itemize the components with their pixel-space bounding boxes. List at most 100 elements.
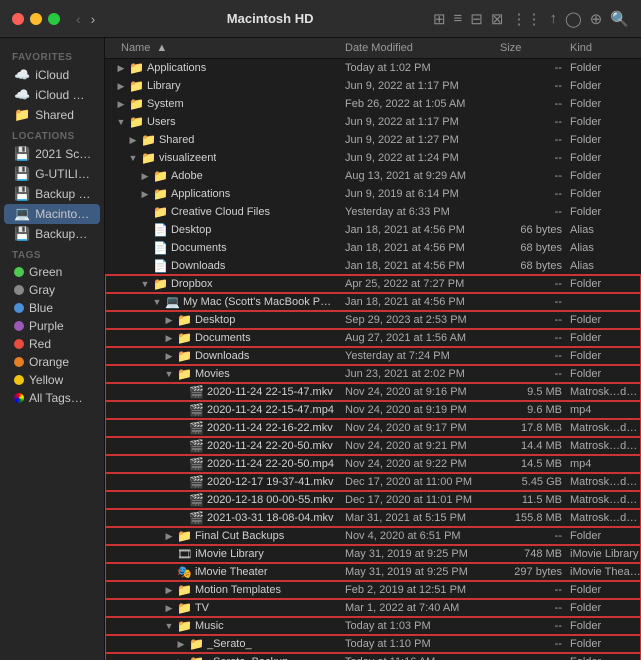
sidebar-item-tag-blue[interactable]: Blue [4, 299, 100, 317]
expand-arrow[interactable]: ▼ [116, 117, 126, 127]
expand-arrow[interactable] [140, 225, 150, 235]
table-row[interactable]: ▶ 📁 Adobe Aug 13, 2021 at 9:29 AM -- Fol… [105, 167, 641, 185]
col-kind-header[interactable]: Kind [570, 42, 641, 54]
table-row[interactable]: ▼ 📁 visualizeent Jun 9, 2022 at 1:24 PM … [105, 149, 641, 167]
col-date-header[interactable]: Date Modified [345, 42, 500, 54]
expand-arrow[interactable] [176, 405, 186, 415]
sidebar-item-tag-gray[interactable]: Gray [4, 281, 100, 299]
share-icon[interactable]: ↑ [549, 10, 557, 27]
expand-arrow[interactable] [140, 243, 150, 253]
table-row[interactable]: 🎭 iMovie Theater May 31, 2019 at 9:25 PM… [105, 563, 641, 581]
expand-arrow[interactable] [176, 459, 186, 469]
table-row[interactable]: 📄 Desktop Jan 18, 2021 at 4:56 PM 66 byt… [105, 221, 641, 239]
table-row[interactable]: ▶ 📁 Final Cut Backups Nov 4, 2020 at 6:5… [105, 527, 641, 545]
view-columns-icon[interactable]: ⊟ [470, 10, 483, 28]
table-row[interactable]: ▶ 📁 _Serato_Backup Today at 11:16 AM -- … [105, 653, 641, 660]
table-row[interactable]: 🎬 2020-11-24 22-15-47.mkv Nov 24, 2020 a… [105, 383, 641, 401]
table-row[interactable]: ▼ 📁 Movies Jun 23, 2021 at 2:02 PM -- Fo… [105, 365, 641, 383]
expand-arrow[interactable] [176, 477, 186, 487]
sidebar-item-tag-yellow[interactable]: Yellow [4, 371, 100, 389]
table-row[interactable]: 🎞 iMovie Library May 31, 2019 at 9:25 PM… [105, 545, 641, 563]
expand-arrow[interactable]: ▶ [140, 171, 150, 181]
minimize-button[interactable] [30, 13, 42, 25]
view-list-icon[interactable]: ≡ [454, 10, 463, 27]
table-row[interactable]: 🎬 2020-11-24 22-15-47.mp4 Nov 24, 2020 a… [105, 401, 641, 419]
table-row[interactable]: ▶ 📁 System Feb 26, 2022 at 1:05 AM -- Fo… [105, 95, 641, 113]
expand-arrow[interactable] [176, 387, 186, 397]
table-row[interactable]: ▶ 📁 Library Jun 9, 2022 at 1:17 PM -- Fo… [105, 77, 641, 95]
sidebar-item-tag-purple[interactable]: Purple [4, 317, 100, 335]
table-row[interactable]: ▶ 📁 Motion Templates Feb 2, 2019 at 12:5… [105, 581, 641, 599]
sidebar-item-backups[interactable]: 💾 Backups… [4, 224, 100, 244]
sidebar-item-tag-red[interactable]: Red [4, 335, 100, 353]
expand-arrow[interactable] [140, 207, 150, 217]
expand-arrow[interactable]: ▶ [116, 81, 126, 91]
expand-arrow[interactable] [176, 495, 186, 505]
sidebar-item-macintosh-hd[interactable]: 💻 Macintosh HD [4, 204, 100, 224]
table-row[interactable]: ▼ 💻 My Mac (Scott's MacBook Pro) Jan 18,… [105, 293, 641, 311]
table-row[interactable]: ▶ 📁 Downloads Yesterday at 7:24 PM -- Fo… [105, 347, 641, 365]
table-row[interactable]: 📄 Documents Jan 18, 2021 at 4:56 PM 68 b… [105, 239, 641, 257]
sidebar-item-tag-green[interactable]: Green [4, 263, 100, 281]
more-icon[interactable]: ⊕ [590, 10, 603, 28]
table-row[interactable]: ▶ 📁 TV Mar 1, 2022 at 7:40 AM -- Folder [105, 599, 641, 617]
expand-arrow[interactable]: ▶ [164, 333, 174, 343]
table-row[interactable]: ▶ 📁 Documents Aug 27, 2021 at 1:56 AM --… [105, 329, 641, 347]
expand-arrow[interactable] [164, 567, 174, 577]
sidebar-item-tag-orange[interactable]: Orange [4, 353, 100, 371]
table-row[interactable]: 🎬 2020-11-24 22-16-22.mkv Nov 24, 2020 a… [105, 419, 641, 437]
table-row[interactable]: ▼ 📁 Users Jun 9, 2022 at 1:17 PM -- Fold… [105, 113, 641, 131]
expand-arrow[interactable]: ▼ [128, 153, 138, 163]
expand-arrow[interactable] [140, 261, 150, 271]
table-row[interactable]: ▶ 📁 Desktop Sep 29, 2023 at 2:53 PM -- F… [105, 311, 641, 329]
expand-arrow[interactable]: ▼ [164, 621, 174, 631]
table-row[interactable]: 🎬 2020-12-18 00-00-55.mkv Dec 17, 2020 a… [105, 491, 641, 509]
table-row[interactable]: ▼ 📁 Music Today at 1:03 PM -- Folder [105, 617, 641, 635]
sidebar-item-g-utility[interactable]: 💾 G-UTILIT… [4, 164, 100, 184]
back-button[interactable]: ‹ [72, 9, 85, 29]
expand-arrow[interactable]: ▶ [128, 135, 138, 145]
table-row[interactable]: 📄 Downloads Jan 18, 2021 at 4:56 PM 68 b… [105, 257, 641, 275]
sidebar-item-tag-all[interactable]: All Tags… [4, 389, 100, 407]
view-grid-icon[interactable]: ⊞ [433, 10, 446, 28]
expand-arrow[interactable] [176, 423, 186, 433]
expand-arrow[interactable]: ▶ [164, 603, 174, 613]
expand-arrow[interactable]: ▼ [140, 279, 150, 289]
expand-arrow[interactable]: ▶ [164, 351, 174, 361]
table-row[interactable]: 🎬 2020-12-17 19-37-41.mkv Dec 17, 2020 a… [105, 473, 641, 491]
sidebar-item-icloud[interactable]: ☁️ iCloud [4, 65, 100, 85]
view-gallery-icon[interactable]: ⊠ [491, 10, 504, 28]
table-row[interactable]: 📁 Creative Cloud Files Yesterday at 6:33… [105, 203, 641, 221]
col-size-header[interactable]: Size [500, 42, 570, 54]
expand-arrow[interactable] [176, 513, 186, 523]
expand-arrow[interactable] [164, 549, 174, 559]
table-row[interactable]: ▼ 📁 Dropbox Apr 25, 2022 at 7:27 PM -- F… [105, 275, 641, 293]
expand-arrow[interactable]: ▶ [164, 585, 174, 595]
sidebar-item-icloud-drive[interactable]: ☁️ iCloud Drive [4, 85, 100, 105]
sidebar-item-backup-d[interactable]: 💾 Backup D… [4, 184, 100, 204]
table-row[interactable]: ▶ 📁 Applications Today at 1:02 PM -- Fol… [105, 59, 641, 77]
view-options-icon[interactable]: ⋮⋮ [511, 10, 541, 28]
sidebar-item-shared[interactable]: 📁 Shared [4, 105, 100, 125]
expand-arrow[interactable]: ▼ [164, 369, 174, 379]
table-row[interactable]: ▶ 📁 Applications Jun 9, 2019 at 6:14 PM … [105, 185, 641, 203]
expand-arrow[interactable]: ▶ [164, 315, 174, 325]
expand-arrow[interactable]: ▶ [116, 63, 126, 73]
table-row[interactable]: 🎬 2020-11-24 22-20-50.mkv Nov 24, 2020 a… [105, 437, 641, 455]
expand-arrow[interactable] [176, 441, 186, 451]
search-icon[interactable]: 🔍 [610, 10, 629, 28]
tag-icon[interactable]: ◯ [565, 10, 582, 28]
close-button[interactable] [12, 13, 24, 25]
table-row[interactable]: ▶ 📁 Shared Jun 9, 2022 at 1:27 PM -- Fol… [105, 131, 641, 149]
expand-arrow[interactable]: ▼ [152, 297, 162, 307]
expand-arrow[interactable]: ▶ [164, 531, 174, 541]
col-name-header[interactable]: Name ▲ [105, 42, 345, 54]
sidebar-item-2021-scotts[interactable]: 💾 2021 Scott's… [4, 144, 100, 164]
expand-arrow[interactable]: ▶ [116, 99, 126, 109]
fullscreen-button[interactable] [48, 13, 60, 25]
table-row[interactable]: 🎬 2021-03-31 18-08-04.mkv Mar 31, 2021 a… [105, 509, 641, 527]
expand-arrow[interactable]: ▶ [140, 189, 150, 199]
expand-arrow[interactable]: ▶ [176, 639, 186, 649]
forward-button[interactable]: › [87, 9, 100, 29]
table-row[interactable]: ▶ 📁 _Serato_ Today at 1:10 PM -- Folder [105, 635, 641, 653]
